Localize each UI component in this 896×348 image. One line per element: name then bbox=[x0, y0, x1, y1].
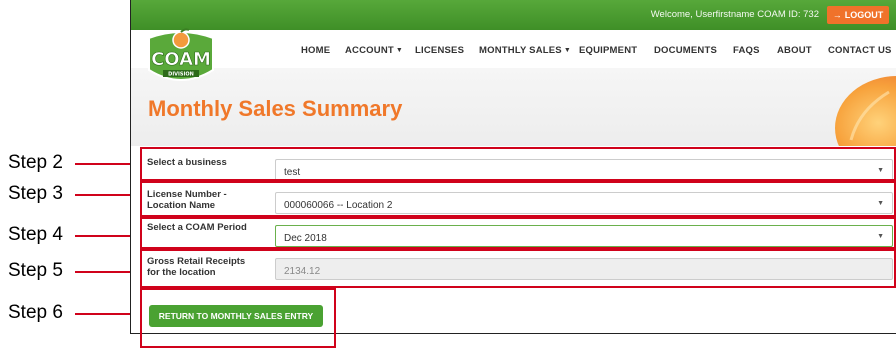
nav-documents[interactable]: DOCUMENTS bbox=[654, 45, 717, 56]
logout-label: LOGOUT bbox=[844, 10, 884, 20]
nav-account-label: ACCOUNT bbox=[345, 45, 394, 56]
step-3-highlight bbox=[140, 181, 896, 217]
top-bar: Welcome, Userfirstname COAM ID: 732 → LO… bbox=[131, 0, 896, 30]
nav-about[interactable]: ABOUT bbox=[777, 45, 812, 56]
step-5-label: Step 5 bbox=[8, 260, 63, 281]
chevron-down-icon: ▼ bbox=[395, 47, 404, 54]
step-2-highlight bbox=[140, 147, 896, 181]
logo-subtext: DIVISION bbox=[168, 72, 194, 78]
step-5-highlight bbox=[140, 249, 896, 288]
step-4-highlight bbox=[140, 217, 896, 249]
nav-monthly-sales[interactable]: MONTHLY SALES ▼ bbox=[479, 45, 571, 56]
logo-text: COAM bbox=[151, 49, 211, 70]
chevron-down-icon: ▼ bbox=[563, 47, 571, 54]
logout-icon: → bbox=[832, 10, 842, 20]
welcome-text: Welcome, Userfirstname COAM ID: 732 bbox=[650, 9, 819, 20]
step-2-label: Step 2 bbox=[8, 152, 63, 173]
nav-contact-us[interactable]: CONTACT US bbox=[828, 45, 892, 56]
nav-licenses[interactable]: LICENSES bbox=[415, 45, 464, 56]
page-title: Monthly Sales Summary bbox=[148, 96, 403, 121]
coam-logo[interactable]: COAM DIVISION bbox=[141, 28, 221, 88]
nav-equipment[interactable]: EQUIPMENT bbox=[579, 45, 637, 56]
nav-faqs[interactable]: FAQS bbox=[733, 45, 760, 56]
logout-button[interactable]: → LOGOUT bbox=[827, 6, 889, 24]
peach-graphic bbox=[835, 76, 896, 150]
step-4-label: Step 4 bbox=[8, 224, 63, 245]
step-3-label: Step 3 bbox=[8, 183, 63, 204]
step-6-highlight bbox=[140, 288, 336, 348]
nav-home[interactable]: HOME bbox=[301, 45, 330, 56]
step-6-label: Step 6 bbox=[8, 302, 63, 323]
main-nav: HOME ACCOUNT ▼ LICENSES MONTHLY SALES ▼ EQ… bbox=[131, 30, 896, 68]
nav-monthly-sales-label: MONTHLY SALES bbox=[479, 45, 562, 56]
nav-account[interactable]: ACCOUNT ▼ bbox=[345, 45, 403, 56]
